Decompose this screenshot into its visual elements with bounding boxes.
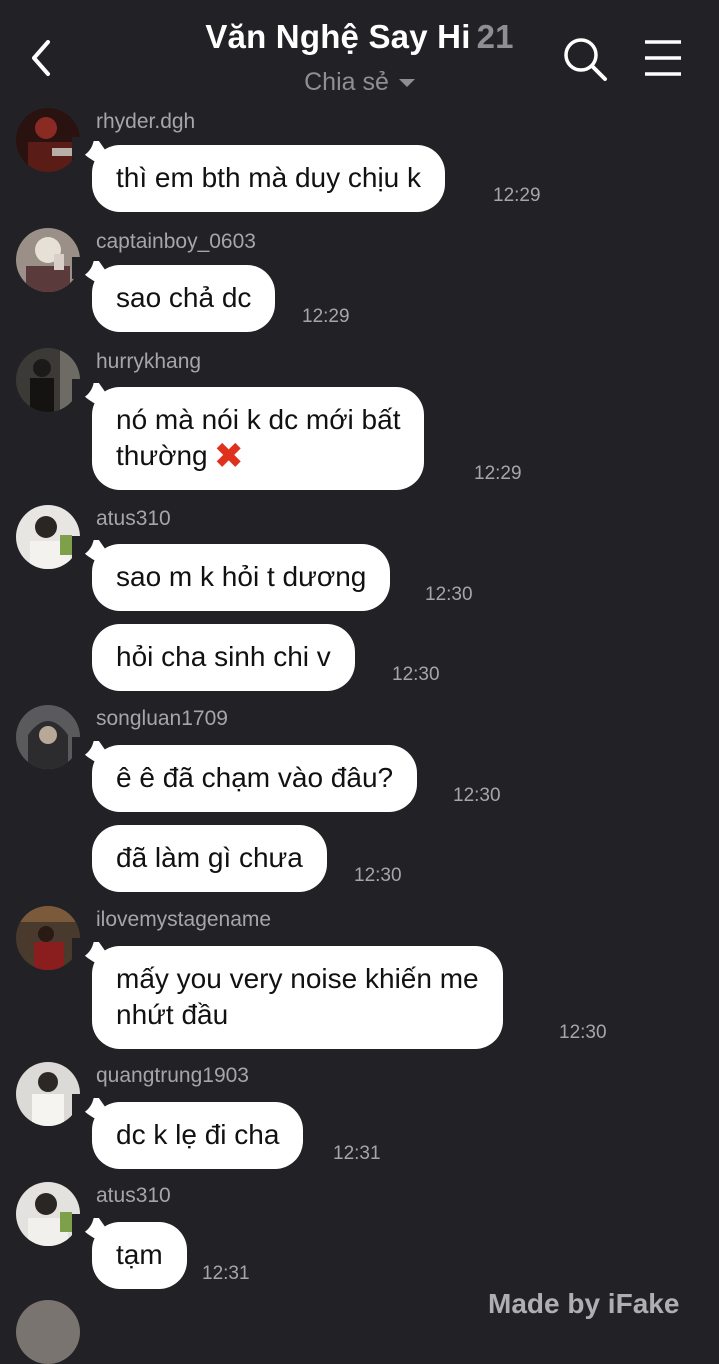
message-text: sao chả dc [116,282,252,313]
username[interactable]: songluan1709 [96,707,228,731]
cross-mark-icon: ✖ [213,435,244,476]
chat-header: Văn Nghệ Say Hi 21 Chia sẻ [0,0,719,100]
message-bubble[interactable]: tạm [72,1214,187,1289]
message-time: 12:31 [202,1263,250,1284]
message-bubble[interactable]: hỏi cha sinh chi v [92,624,355,691]
group-title[interactable]: Văn Nghệ Say Hi 21 [0,18,719,56]
message-time: 12:30 [425,584,473,605]
message-bubble[interactable]: mấy you very noise khiến me nhứt đầu [72,938,503,1049]
message-bubble[interactable]: nó mà nói k dc mới bất thường ✖ [71,379,425,490]
message-text: đã làm gì chưa [116,842,303,873]
message-text: dc k lẹ đi cha [116,1119,280,1150]
message-time: 12:30 [392,664,440,685]
message-bubble[interactable]: sao m k hỏi t dương [71,536,391,611]
search-icon[interactable] [562,36,608,82]
avatar[interactable] [16,108,80,172]
message-text-line: mấy you very noise khiến me [116,963,479,994]
watermark: Made by iFake [488,1288,680,1319]
message-text: hỏi cha sinh chi v [116,641,331,672]
avatar[interactable] [16,505,80,569]
share-dropdown[interactable]: Chia sẻ [0,68,719,97]
chevron-down-icon [398,79,415,88]
member-count: 21 [476,18,514,55]
username[interactable]: quangtrung1903 [96,1064,249,1088]
username[interactable]: rhyder.dgh [96,110,195,134]
username[interactable]: hurrykhang [96,350,201,374]
username[interactable]: ilovemystagename [96,908,271,932]
avatar[interactable] [16,1182,80,1246]
username[interactable]: captainboy_0603 [96,230,256,254]
message-bubble[interactable]: dc k lẹ đi cha [71,1094,304,1169]
message-text: thì em bth mà duy chịu k [116,162,422,193]
message-time: 12:31 [333,1143,381,1164]
message-time: 12:29 [493,185,541,206]
avatar[interactable] [16,228,80,292]
message-text: tạm [116,1239,163,1270]
message-time: 12:30 [354,865,402,886]
message-text-line: nó mà nói k dc mới bất [116,404,401,435]
message-bubble[interactable]: đã làm gì chưa [92,825,327,892]
share-label: Chia sẻ [304,68,389,96]
menu-icon[interactable] [642,38,684,78]
username[interactable]: atus310 [96,507,171,531]
avatar[interactable] [16,906,80,970]
avatar[interactable] [16,1062,80,1126]
username[interactable]: atus310 [96,1184,171,1208]
message-text: thường [116,440,208,471]
message-bubble[interactable]: sao chả dc [71,257,276,332]
message-time: 12:30 [453,785,501,806]
message-time: 12:29 [474,463,522,484]
message-text-line: thường ✖ [116,438,400,474]
message-bubble[interactable]: ê ê đã chạm vào đâu? [71,737,418,812]
message-time: 12:29 [302,306,350,327]
avatar[interactable] [16,1300,80,1364]
message-time: 12:30 [559,1022,607,1043]
message-text: sao m k hỏi t dương [116,561,367,592]
message-text-line: nhứt đầu [116,999,229,1030]
message-bubble[interactable]: thì em bth mà duy chịu k [71,137,446,212]
avatar[interactable] [16,348,80,412]
group-name[interactable]: Văn Nghệ Say Hi [205,18,470,55]
message-text: ê ê đã chạm vào đâu? [116,762,394,793]
avatar[interactable] [16,705,80,769]
